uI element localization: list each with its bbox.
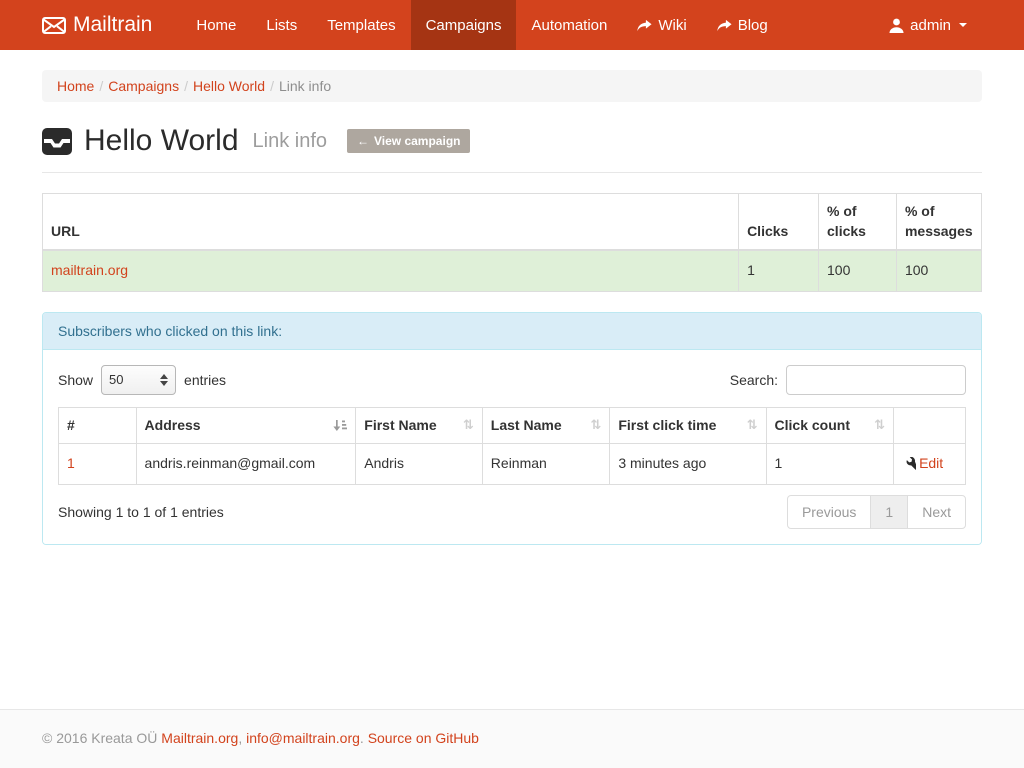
sort-icon: ⇅ (874, 416, 885, 434)
breadcrumb: Home/Campaigns/Hello World/Link info (42, 70, 982, 102)
pct-messages-value: 100 (896, 250, 981, 291)
user-icon (889, 18, 904, 33)
breadcrumb-campaigns[interactable]: Campaigns (108, 78, 179, 94)
main-nav: Home Lists Templates Campaigns Automatio… (181, 0, 782, 50)
caret-down-icon (959, 23, 967, 27)
entries-select[interactable]: 50 (101, 365, 176, 395)
nav-item-wiki[interactable]: Wiki (622, 0, 701, 50)
sort-icon: ⇅ (747, 416, 758, 434)
subscriber-first-name: Andris (356, 444, 483, 485)
nav-item-automation[interactable]: Automation (516, 0, 622, 50)
url-stats-table: URL Clicks % of clicks % of messages mai… (42, 193, 982, 292)
email-link[interactable]: info@mailtrain.org (246, 730, 360, 746)
subscriber-click-count: 1 (766, 444, 894, 485)
inbox-icon (42, 128, 72, 155)
share-arrow-icon (717, 19, 732, 32)
address-col-header[interactable]: Address (136, 407, 356, 444)
brand-logo[interactable]: Mailtrain (42, 0, 167, 50)
first-name-col-header[interactable]: First Name⇅ (356, 407, 483, 444)
pagination: Previous 1 Next (787, 495, 966, 529)
first-click-col-header[interactable]: First click time⇅ (610, 407, 766, 444)
page-header: Hello World Link info ← View campaign (42, 124, 982, 158)
last-name-col-header[interactable]: Last Name⇅ (482, 407, 610, 444)
subscribers-panel: Subscribers who clicked on this link: Sh… (42, 312, 982, 545)
navbar: Mailtrain Home Lists Templates Campaigns… (0, 0, 1024, 50)
show-label: Show (58, 372, 93, 388)
mailtrain-org-link[interactable]: Mailtrain.org (161, 730, 238, 746)
actions-col-header (894, 407, 966, 444)
nav-item-home[interactable]: Home (181, 0, 251, 50)
subscriber-first-click: 3 minutes ago (610, 444, 766, 485)
nav-item-lists[interactable]: Lists (251, 0, 312, 50)
page-title: Hello World (84, 124, 239, 158)
brand-name: Mailtrain (73, 13, 152, 37)
entries-label: entries (184, 372, 226, 388)
next-page-button[interactable]: Next (907, 495, 966, 529)
nav-item-campaigns[interactable]: Campaigns (411, 0, 517, 50)
url-link[interactable]: mailtrain.org (51, 262, 128, 278)
view-campaign-button[interactable]: ← View campaign (347, 129, 470, 153)
clicks-col-header: Clicks (739, 194, 819, 251)
subscriber-last-name: Reinman (482, 444, 610, 485)
copyright-text: © 2016 Kreata OÜ (42, 730, 157, 746)
sort-asc-icon (333, 419, 347, 432)
pct-clicks-value: 100 (819, 250, 897, 291)
share-arrow-icon (637, 19, 652, 32)
sort-icon: ⇅ (463, 416, 474, 434)
select-arrows-icon (160, 374, 168, 386)
panel-title: Subscribers who clicked on this link: (43, 313, 981, 350)
pct-clicks-col-header: % of clicks (819, 194, 897, 251)
github-source-link[interactable]: Source on GitHub (368, 730, 479, 746)
footer: © 2016 Kreata OÜ Mailtrain.org, info@mai… (0, 709, 1024, 768)
edit-link[interactable]: Edit (902, 454, 957, 474)
search-label: Search: (730, 372, 778, 388)
pct-messages-col-header: % of messages (896, 194, 981, 251)
breadcrumb-current: Link info (279, 78, 331, 94)
table-row: mailtrain.org 1 100 100 (43, 250, 982, 291)
subscriber-address: andris.reinman@gmail.com (136, 444, 356, 485)
envelope-icon (42, 17, 66, 34)
page-subtitle: Link info (253, 130, 328, 153)
subscriber-index-link[interactable]: 1 (67, 455, 75, 471)
breadcrumb-hello-world[interactable]: Hello World (193, 78, 265, 94)
subscribers-table: # Address (58, 407, 966, 485)
entries-select-value: 50 (109, 372, 123, 387)
user-name: admin (910, 17, 951, 34)
wrench-icon (902, 457, 916, 471)
previous-page-button[interactable]: Previous (787, 495, 871, 529)
search-input[interactable] (786, 365, 966, 395)
search-control: Search: (730, 365, 966, 395)
click-count-col-header[interactable]: Click count⇅ (766, 407, 894, 444)
nav-item-blog[interactable]: Blog (702, 0, 783, 50)
page-length-control: Show 50 entries (58, 365, 226, 395)
clicks-value: 1 (739, 250, 819, 291)
user-menu[interactable]: admin (874, 0, 982, 50)
breadcrumb-home[interactable]: Home (57, 78, 94, 94)
sort-icon: ⇅ (590, 416, 601, 434)
url-col-header: URL (43, 194, 739, 251)
index-col-header: # (59, 407, 137, 444)
divider (42, 172, 982, 173)
arrow-left-icon: ← (357, 134, 369, 148)
page-number-button[interactable]: 1 (870, 495, 908, 529)
entries-summary: Showing 1 to 1 of 1 entries (58, 504, 224, 520)
table-row: 1 andris.reinman@gmail.com Andris Reinma… (59, 444, 966, 485)
nav-item-templates[interactable]: Templates (312, 0, 410, 50)
